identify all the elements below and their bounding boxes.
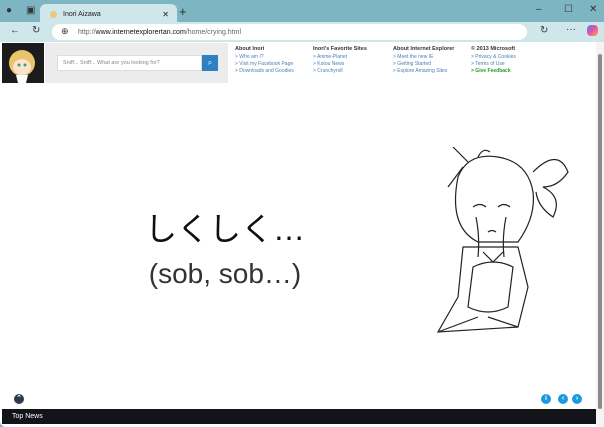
- link-meet-ie[interactable]: > Meet the new IE: [393, 54, 454, 61]
- new-tab-icon[interactable]: +: [179, 4, 187, 19]
- column-title: © 2013 Microsoft: [471, 46, 516, 52]
- link-feedback[interactable]: > Give Feedback: [471, 68, 516, 75]
- column-title: About Internet Explorer: [393, 46, 455, 52]
- link-anime-planet[interactable]: > Anime-Planet: [313, 54, 367, 61]
- crying-inori-illustration: [436, 147, 569, 333]
- inori-avatar[interactable]: [2, 43, 44, 83]
- link-getting-started[interactable]: > Getting Started: [393, 61, 454, 68]
- address-bar-row: ← ↻ ⊕ http://www.internetexplorertan.com…: [0, 22, 604, 42]
- top-news-label: Top News: [12, 413, 43, 420]
- tab-title: Inori Aizawa: [63, 10, 101, 18]
- tab-inori[interactable]: Inori Aizawa ✕: [40, 4, 177, 24]
- tab-actions-icon[interactable]: ▣: [26, 5, 35, 16]
- column-title: About Inori: [235, 46, 265, 52]
- globe-icon: ⊕: [61, 26, 69, 36]
- links-microsoft: © 2013 Microsoft > Privacy & Cookies > T…: [471, 46, 516, 75]
- links-about-inori: About Inori > Who am I? > Visit my Faceb…: [235, 46, 294, 75]
- search-icon: ⌕: [207, 58, 213, 67]
- url-prefix: http://: [78, 28, 96, 36]
- scrollbar-thumb[interactable]: [598, 54, 602, 409]
- extensions-icon[interactable]: ↻: [540, 25, 548, 36]
- link-privacy[interactable]: > Privacy & Cookies: [471, 54, 516, 61]
- minimize-icon[interactable]: –: [536, 4, 542, 15]
- close-window-icon[interactable]: ✕: [589, 4, 597, 15]
- tab-bar: ● ▣ Inori Aizawa ✕ + – ☐ ✕: [0, 0, 604, 24]
- search-button[interactable]: ⌕: [202, 55, 218, 71]
- scroll-top-button[interactable]: ⌃: [14, 394, 24, 404]
- link-downloads[interactable]: > Downloads and Goodies: [235, 68, 294, 75]
- link-crunchyroll[interactable]: > Crunchyroll: [313, 68, 367, 75]
- link-terms[interactable]: > Terms of Use: [471, 61, 516, 68]
- search-input[interactable]: Sniff... Sniff... What are you looking f…: [57, 55, 202, 71]
- url-path: /home/crying.html: [185, 28, 242, 36]
- top-news-bar[interactable]: Top News: [2, 409, 596, 424]
- back-icon[interactable]: ←: [10, 25, 20, 36]
- refresh-icon[interactable]: ↻: [32, 25, 40, 36]
- links-favorite-sites: Inori's Favorite Sites > Anime-Planet > …: [313, 46, 367, 75]
- previous-button[interactable]: ‹: [558, 394, 568, 404]
- link-explore-sites[interactable]: > Explore Amazing Sites: [393, 68, 454, 75]
- url-domain: www.internetexplorertan.com: [95, 28, 186, 36]
- copilot-icon[interactable]: [587, 25, 598, 36]
- close-tab-icon[interactable]: ✕: [162, 10, 169, 19]
- crying-text-en: (sob, sob…): [148, 258, 302, 289]
- info-button[interactable]: i: [541, 394, 551, 404]
- link-facebook[interactable]: > Visit my Facebook Page: [235, 61, 294, 68]
- links-about-ie: About Internet Explorer > Meet the new I…: [393, 46, 454, 75]
- address-bar[interactable]: ⊕ http://www.internetexplorertan.com/hom…: [52, 24, 527, 40]
- favicon-icon: [50, 10, 57, 18]
- page: Sniff... Sniff... What are you looking f…: [0, 42, 604, 427]
- scrollbar[interactable]: [596, 42, 604, 427]
- link-kotou-news[interactable]: > Kotou News: [313, 61, 367, 68]
- more-icon[interactable]: ···: [566, 24, 576, 35]
- crying-text-jp: しくしく…: [144, 211, 305, 247]
- link-who-am-i[interactable]: > Who am I?: [235, 54, 294, 61]
- search-area: Sniff... Sniff... What are you looking f…: [45, 43, 228, 83]
- column-title: Inori's Favorite Sites: [313, 46, 367, 52]
- profile-icon[interactable]: ●: [6, 5, 12, 16]
- maximize-icon[interactable]: ☐: [564, 4, 573, 15]
- next-button[interactable]: ›: [572, 394, 582, 404]
